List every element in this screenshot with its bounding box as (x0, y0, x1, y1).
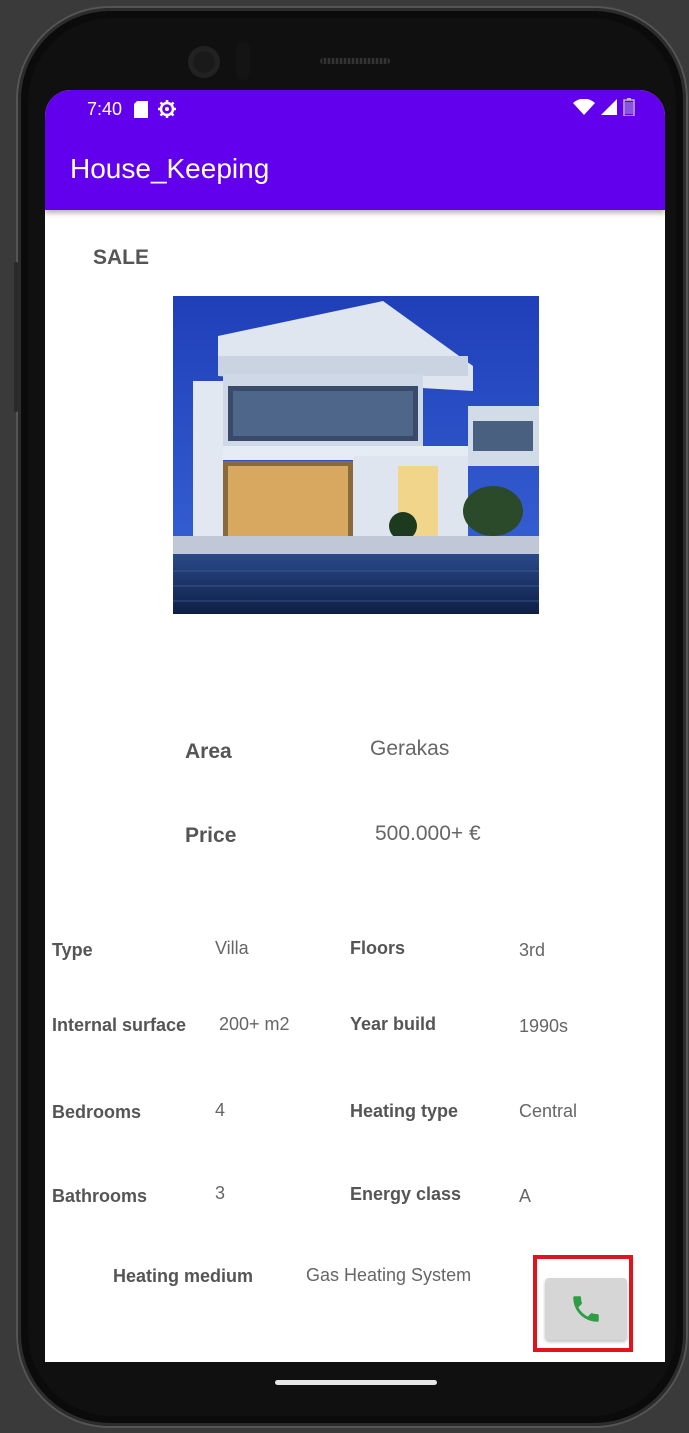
app-screen: 7:40 House_Keeping SALE Area Gerakas Pri… (45, 90, 665, 1362)
front-camera (188, 46, 220, 78)
year-value: 1990s (519, 1016, 569, 1036)
price-label: Price (185, 824, 237, 847)
sale-badge: SALE (93, 246, 150, 269)
battery-icon (623, 97, 635, 121)
status-time: 7:40 (87, 98, 123, 119)
heating-type-value: Central (519, 1101, 578, 1121)
status-right-icons (573, 97, 635, 121)
listing-content: SALE Area Gerakas Price 500.000+ € Type … (45, 210, 665, 1362)
floors-label: Floors (350, 938, 406, 958)
earpiece-speaker (320, 58, 390, 64)
house-photo (173, 296, 539, 614)
floors-value: 3rd (519, 940, 546, 960)
energy-label: Energy class (350, 1184, 462, 1204)
area-label: Area (185, 740, 232, 763)
bedrooms-value: 4 (215, 1100, 226, 1120)
volume-button (14, 262, 18, 412)
sd-card-icon (134, 100, 149, 118)
price-value: 500.000+ € (375, 822, 481, 845)
bathrooms-label: Bathrooms (52, 1186, 148, 1206)
type-label: Type (52, 940, 93, 960)
navigation-bar (45, 1362, 665, 1402)
energy-value: A (519, 1186, 532, 1206)
bathrooms-value: 3 (215, 1183, 226, 1203)
call-button-highlight (533, 1255, 633, 1352)
heating-type-label: Heating type (350, 1101, 459, 1121)
heating-medium-label: Heating medium (113, 1266, 254, 1286)
home-gesture-pill[interactable] (275, 1380, 437, 1385)
surface-label: Internal surface (52, 1015, 187, 1035)
wifi-icon (573, 98, 595, 120)
app-title: House_Keeping (70, 153, 270, 184)
settings-gear-icon (158, 100, 177, 118)
surface-value: 200+ m2 (219, 1014, 290, 1034)
year-label: Year build (350, 1014, 437, 1034)
proximity-sensor (236, 42, 250, 80)
type-value: Villa (215, 938, 249, 958)
bedrooms-label: Bedrooms (52, 1102, 142, 1122)
area-value: Gerakas (370, 737, 450, 760)
heating-medium-value: Gas Heating System (306, 1265, 472, 1285)
signal-icon (601, 98, 617, 120)
app-bar: House_Keeping (45, 128, 665, 210)
status-bar: 7:40 (45, 90, 665, 128)
